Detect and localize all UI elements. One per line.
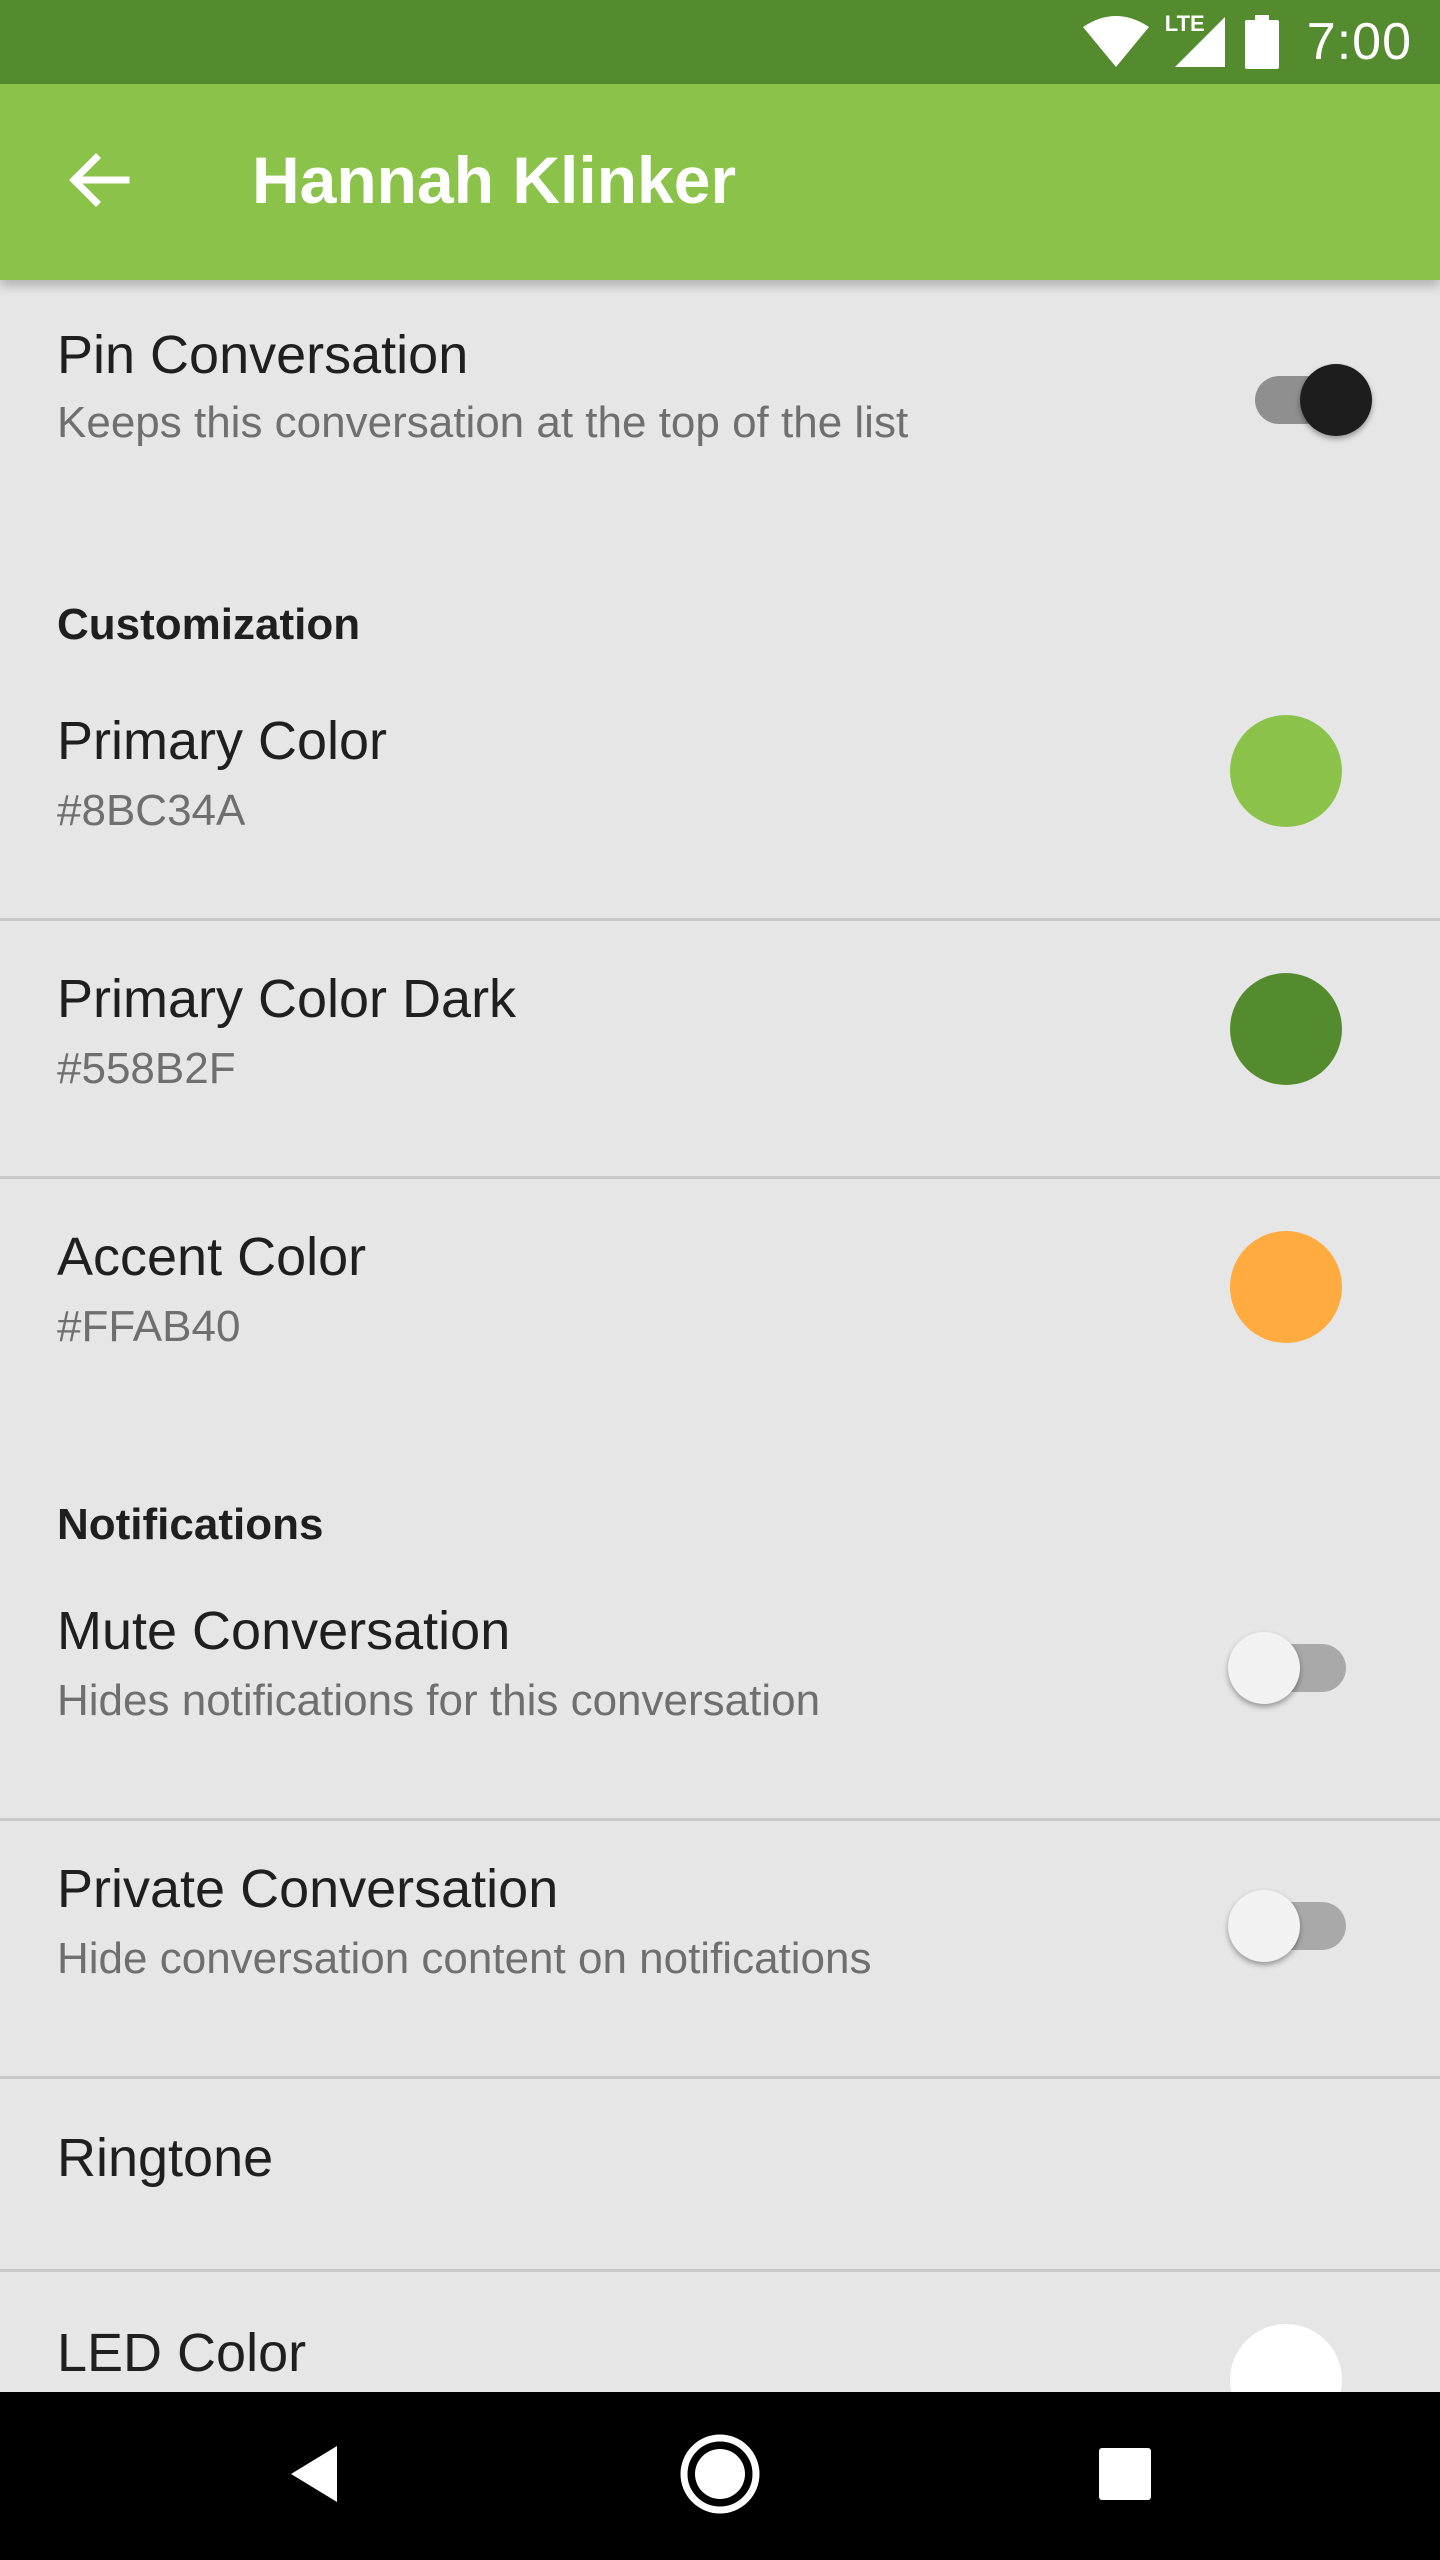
pin-conversation-title: Pin Conversation bbox=[57, 325, 469, 385]
led-color-swatch bbox=[1230, 2324, 1342, 2392]
pin-conversation-summary: Keeps this conversation at the top of th… bbox=[57, 398, 909, 447]
battery-icon bbox=[1244, 15, 1279, 69]
settings-list: Pin Conversation Keeps this conversation… bbox=[0, 280, 1440, 2392]
status-time: 7:00 bbox=[1306, 13, 1412, 71]
arrow-back-icon bbox=[66, 152, 130, 213]
primary-color-row[interactable]: Primary Color #8BC34A bbox=[0, 710, 1440, 918]
nav-recents-icon bbox=[1097, 2446, 1153, 2507]
screen: LTE 7:00 Hannah Klinker Pin Conversation… bbox=[0, 0, 1440, 2560]
nav-home-icon bbox=[678, 2432, 762, 2521]
status-icons: LTE 7:00 bbox=[1081, 0, 1412, 84]
nav-home-button[interactable] bbox=[620, 2392, 820, 2560]
primary-color-dark-title: Primary Color Dark bbox=[57, 969, 517, 1029]
led-color-title: LED Color bbox=[57, 2323, 307, 2383]
primary-color-dark-row[interactable]: Primary Color Dark #558B2F bbox=[0, 968, 1440, 1176]
ringtone-row[interactable]: Ringtone bbox=[0, 2079, 1440, 2269]
private-conversation-row[interactable]: Private Conversation Hide conversation c… bbox=[0, 1858, 1440, 2058]
primary-color-value: #8BC34A bbox=[57, 786, 246, 835]
divider bbox=[0, 918, 1440, 921]
nav-back-icon bbox=[285, 2442, 345, 2511]
nav-recents-button[interactable] bbox=[1025, 2392, 1225, 2560]
accent-color-row[interactable]: Accent Color #FFAB40 bbox=[0, 1226, 1440, 1434]
led-color-row[interactable]: LED Color bbox=[0, 2272, 1440, 2392]
divider bbox=[0, 1818, 1440, 1821]
private-conversation-summary: Hide conversation content on notificatio… bbox=[57, 1934, 872, 1983]
mute-conversation-summary: Hides notifications for this conversatio… bbox=[57, 1676, 821, 1725]
network-type-label: LTE bbox=[1164, 11, 1205, 36]
primary-color-swatch bbox=[1230, 715, 1342, 827]
mute-conversation-row[interactable]: Mute Conversation Hides notifications fo… bbox=[0, 1600, 1440, 1800]
nav-back-button[interactable] bbox=[215, 2392, 415, 2560]
mute-conversation-title: Mute Conversation bbox=[57, 1601, 511, 1661]
primary-color-title: Primary Color bbox=[57, 711, 388, 771]
private-toggle[interactable] bbox=[1228, 1890, 1300, 1962]
accent-color-title: Accent Color bbox=[57, 1227, 367, 1287]
pin-toggle[interactable] bbox=[1300, 364, 1372, 436]
accent-color-value: #FFAB40 bbox=[57, 1302, 241, 1351]
back-button[interactable] bbox=[44, 134, 152, 230]
primary-color-dark-value: #558B2F bbox=[57, 1044, 236, 1093]
cell-signal-icon: LTE bbox=[1165, 11, 1227, 69]
ringtone-title: Ringtone bbox=[57, 2128, 274, 2188]
primary-color-dark-swatch bbox=[1230, 973, 1342, 1085]
status-bar: LTE 7:00 bbox=[0, 0, 1440, 84]
private-conversation-title: Private Conversation bbox=[57, 1859, 559, 1919]
customization-section-header: Customization bbox=[57, 600, 361, 649]
accent-color-swatch bbox=[1230, 1231, 1342, 1343]
notifications-section-header: Notifications bbox=[57, 1500, 324, 1549]
navigation-bar bbox=[0, 2392, 1440, 2560]
mute-toggle[interactable] bbox=[1228, 1632, 1300, 1704]
app-bar: Hannah Klinker bbox=[0, 84, 1440, 280]
pin-conversation-row[interactable]: Pin Conversation Keeps this conversation… bbox=[0, 320, 1440, 520]
wifi-icon bbox=[1081, 15, 1151, 69]
divider bbox=[0, 1176, 1440, 1179]
page-title: Hannah Klinker bbox=[252, 143, 737, 217]
